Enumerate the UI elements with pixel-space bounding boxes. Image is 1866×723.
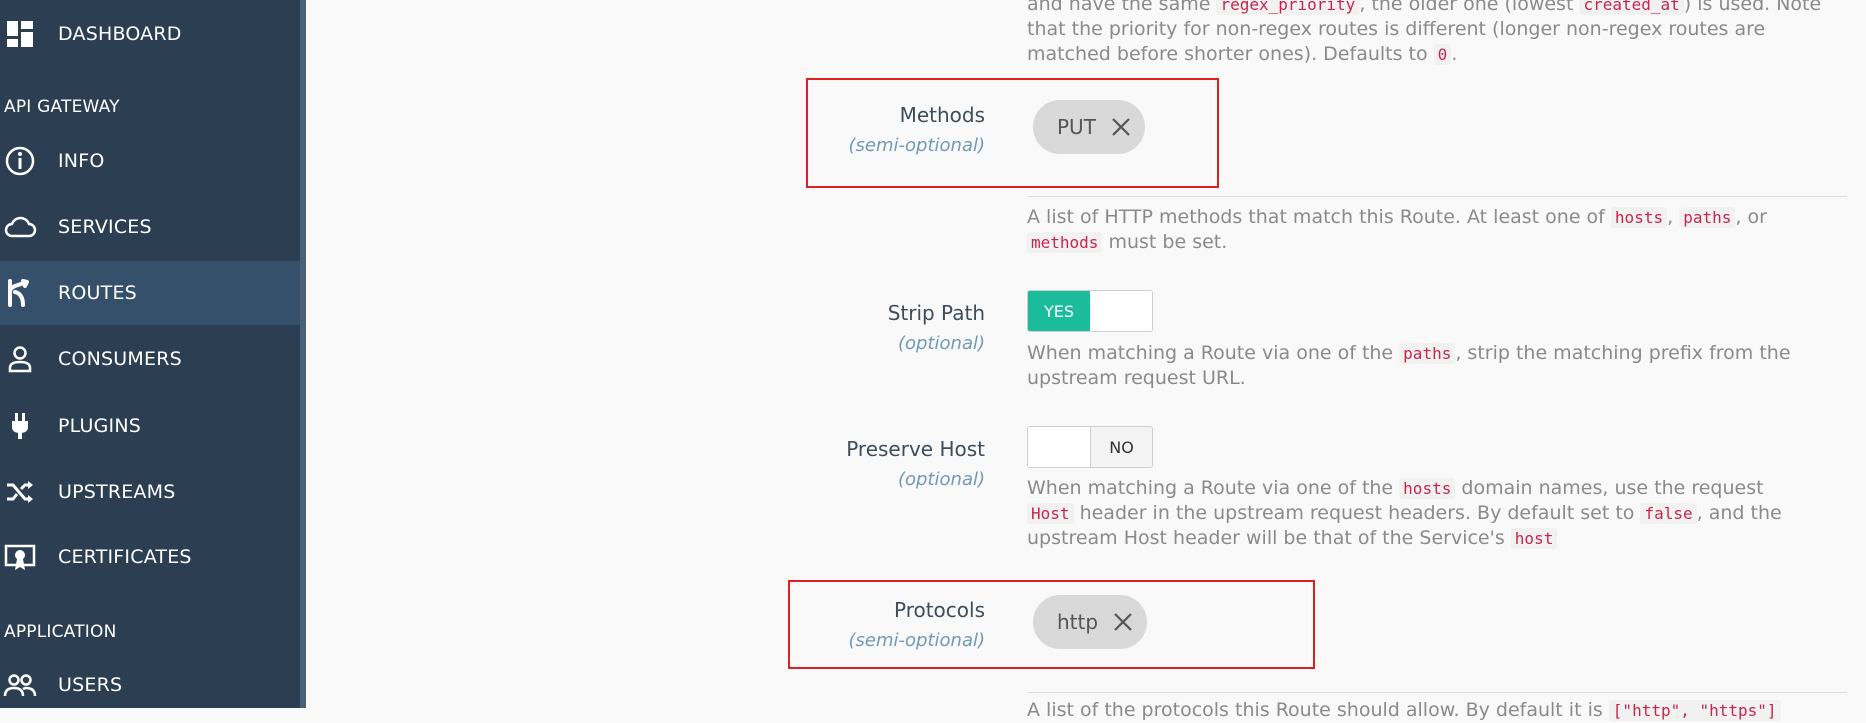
divider (1027, 196, 1847, 197)
sidebar-item-users[interactable]: USERS (0, 653, 300, 708)
preserve-host-label: Preserve Host (846, 437, 985, 461)
cloud-icon (2, 209, 38, 245)
sidebar-item-label: INFO (58, 150, 105, 172)
protocols-help: A list of the protocols this Route shoul… (1027, 698, 1847, 723)
strip-path-toggle[interactable]: YES (1027, 290, 1153, 332)
preserve-host-toggle-no: NO (1091, 427, 1152, 467)
sidebar: DASHBOARD API GATEWAY INFO SERVICES ROUT… (0, 0, 306, 708)
user-icon (2, 341, 38, 377)
sidebar-item-label: UPSTREAMS (58, 481, 176, 503)
sidebar-item-consumers[interactable]: CONSUMERS (0, 327, 300, 391)
sidebar-item-label: SERVICES (58, 216, 152, 238)
sidebar-item-label: CONSUMERS (58, 348, 182, 370)
methods-sub-label: (semi-optional) (848, 135, 985, 156)
method-chip: PUT (1033, 100, 1145, 154)
sidebar-item-label: USERS (58, 674, 123, 696)
dashboard-icon (2, 16, 38, 52)
section-heading-application: APPLICATION (4, 622, 117, 642)
strip-path-sub-label: (optional) (898, 333, 985, 354)
users-icon (2, 667, 38, 703)
strip-path-toggle-yes: YES (1028, 291, 1090, 331)
regex-priority-help: and have the same regex_priority, the ol… (1027, 0, 1847, 67)
protocols-label: Protocols (893, 598, 985, 622)
methods-label: Methods (899, 103, 985, 127)
protocol-chip: http (1033, 595, 1147, 649)
preserve-host-toggle[interactable]: NO (1027, 426, 1153, 468)
preserve-host-sub-label: (optional) (898, 469, 985, 490)
certificate-icon (2, 539, 38, 575)
methods-help: A list of HTTP methods that match this R… (1027, 206, 1767, 253)
remove-method-close-icon[interactable] (1110, 116, 1132, 138)
methods-highlight-box (806, 78, 1219, 188)
sidebar-item-dashboard[interactable]: DASHBOARD (0, 2, 300, 66)
sidebar-item-label: DASHBOARD (58, 23, 182, 45)
method-chip-label: PUT (1057, 115, 1096, 139)
strip-path-label: Strip Path (887, 301, 985, 325)
sidebar-item-label: ROUTES (58, 282, 137, 304)
protocols-sub-label: (semi-optional) (848, 630, 985, 651)
divider (1027, 692, 1847, 693)
preserve-host-help: When matching a Route via one of the hos… (1027, 477, 1782, 549)
sidebar-item-plugins[interactable]: PLUGINS (0, 394, 300, 458)
sidebar-item-routes[interactable]: ROUTES (0, 261, 300, 325)
shuffle-icon (2, 474, 38, 510)
routes-icon (2, 275, 38, 311)
sidebar-item-services[interactable]: SERVICES (0, 195, 300, 259)
info-icon (2, 143, 38, 179)
remove-protocol-close-icon[interactable] (1112, 611, 1134, 633)
sidebar-item-info[interactable]: INFO (0, 129, 300, 193)
protocol-chip-label: http (1057, 610, 1099, 634)
sidebar-item-label: CERTIFICATES (58, 546, 192, 568)
sidebar-item-upstreams[interactable]: UPSTREAMS (0, 460, 300, 524)
plug-icon (2, 408, 38, 444)
sidebar-item-certificates[interactable]: CERTIFICATES (0, 525, 300, 589)
strip-path-help: When matching a Route via one of the pat… (1027, 342, 1791, 389)
section-heading-api-gateway: API GATEWAY (4, 97, 120, 117)
sidebar-item-label: PLUGINS (58, 415, 142, 437)
